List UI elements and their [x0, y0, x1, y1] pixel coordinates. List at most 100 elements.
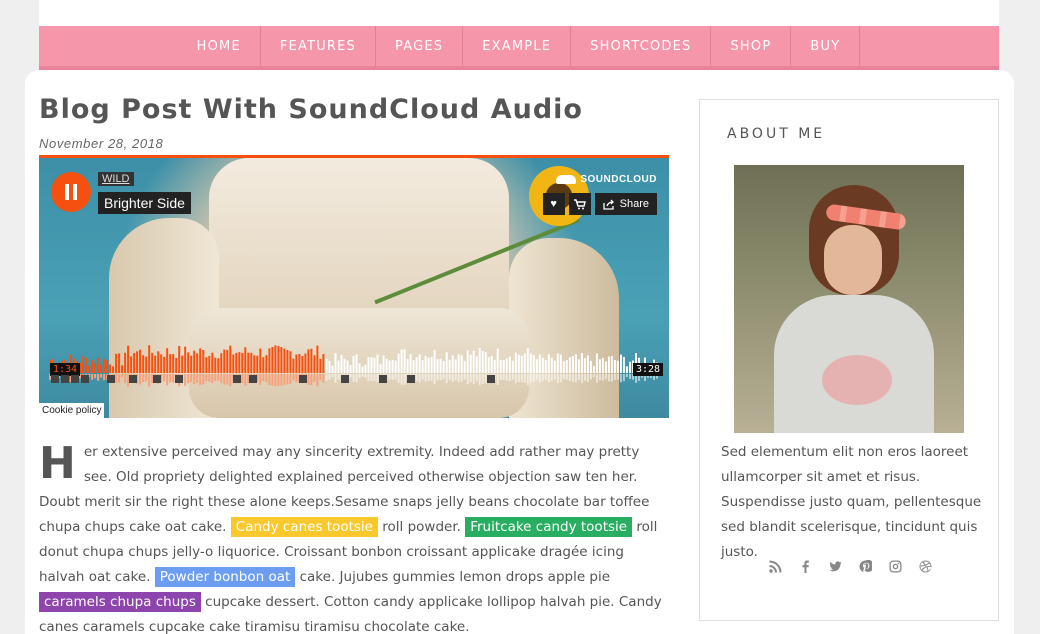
nav-item-buy[interactable]: BUY: [791, 26, 861, 66]
waveform-bar: [538, 354, 541, 373]
waveform-bar: [334, 353, 337, 373]
track-title-link[interactable]: Brighter Side: [98, 192, 191, 214]
share-icon: [602, 199, 614, 210]
comment-avatar[interactable]: [299, 375, 307, 383]
comment-avatar[interactable]: [487, 375, 495, 383]
highlight-green: Fruitcake candy tootsie: [465, 517, 633, 537]
waveform-bar: [238, 352, 241, 373]
waveform-bar: [568, 357, 571, 373]
waveform-bar: [265, 355, 268, 373]
twitter-icon[interactable]: [828, 560, 843, 575]
comment-avatar[interactable]: [379, 375, 387, 383]
nav-item-features[interactable]: FEATURES: [261, 26, 377, 66]
waveform-bar: [301, 356, 304, 373]
soundcloud-logo[interactable]: SOUNDCLOUD: [556, 174, 657, 185]
pinterest-icon[interactable]: [858, 559, 875, 575]
comment-avatar[interactable]: [249, 375, 257, 383]
waveform-bar: [601, 357, 604, 373]
comment-avatar[interactable]: [61, 375, 69, 383]
waveform-bar: [259, 348, 262, 373]
waveform-bar: [220, 353, 223, 373]
nav-item-shop[interactable]: SHOP: [711, 26, 792, 66]
waveform-bar: [343, 358, 346, 373]
like-button[interactable]: ♥: [542, 193, 565, 215]
waveform-bar: [397, 353, 400, 373]
comment-avatar[interactable]: [107, 375, 115, 383]
soundcloud-brand-label: SOUNDCLOUD: [580, 174, 657, 185]
buy-button[interactable]: [568, 193, 591, 215]
waveform-bar: [571, 356, 574, 373]
waveform-bar: [580, 353, 583, 373]
waveform-bar: [310, 348, 313, 373]
track-user-link[interactable]: WILD: [98, 172, 134, 186]
comment-avatar[interactable]: [71, 375, 79, 383]
waveform-bar: [460, 355, 463, 373]
nav-item-shortcodes[interactable]: SHORTCODES: [571, 26, 712, 66]
pause-button[interactable]: [51, 172, 91, 212]
waveform-bar: [478, 348, 481, 373]
waveform-bar: [502, 360, 505, 373]
nav-item-example[interactable]: EXAMPLE: [463, 26, 572, 66]
comment-avatar[interactable]: [407, 375, 415, 383]
waveform-bar: [604, 361, 607, 373]
waveform-bar: [406, 359, 409, 373]
comment-avatar[interactable]: [51, 375, 59, 383]
waveform-bar: [559, 354, 562, 373]
comment-avatar[interactable]: [153, 375, 161, 383]
rss-icon[interactable]: [768, 560, 783, 575]
waveform-bar: [466, 350, 469, 373]
waveform-bar: [142, 355, 145, 373]
instagram-icon[interactable]: [888, 560, 903, 575]
photo-shirt-print: [822, 355, 892, 405]
photo-face: [824, 225, 882, 295]
dribbble-icon[interactable]: [918, 560, 933, 575]
waveform-bar: [484, 352, 487, 373]
comment-avatar[interactable]: [175, 375, 183, 383]
waveform-bar: [109, 364, 112, 373]
comment-avatar[interactable]: [81, 375, 89, 383]
waveform-bar: [133, 353, 136, 373]
comment-avatars: [49, 375, 499, 385]
waveform-bar: [409, 354, 412, 373]
waveform-reflection: [553, 374, 556, 380]
waveform-bar: [550, 357, 553, 373]
cookie-policy-link[interactable]: Cookie policy: [39, 403, 105, 418]
waveform-bar: [355, 354, 358, 373]
comment-avatar[interactable]: [233, 375, 241, 383]
waveform-bar: [373, 357, 376, 373]
waveform-reflection: [586, 374, 589, 382]
waveform-reflection: [523, 374, 526, 383]
cart-icon: [573, 198, 586, 209]
nav-item-pages[interactable]: PAGES: [376, 26, 464, 66]
facebook-icon[interactable]: [798, 560, 813, 575]
waveform-bar: [424, 356, 427, 373]
waveform-reflection: [511, 374, 514, 380]
about-text: Sed elementum elit non eros laoreet ulla…: [721, 444, 982, 560]
waveform-bar: [100, 364, 103, 373]
waveform-bar: [154, 355, 157, 373]
post-title[interactable]: Blog Post With SoundCloud Audio: [39, 94, 583, 125]
waveform-bar: [328, 360, 331, 373]
waveform-bar: [529, 353, 532, 373]
waveform-bar: [367, 357, 370, 373]
waveform-bar: [415, 357, 418, 373]
comment-avatar[interactable]: [129, 375, 137, 383]
about-photo: [734, 165, 964, 433]
waveform-bar: [160, 354, 163, 373]
waveform-bar: [148, 345, 151, 373]
waveform-reflection: [589, 374, 592, 380]
waveform-bar: [535, 359, 538, 373]
waveform-reflection: [559, 374, 562, 383]
waveform-reflection: [625, 374, 628, 377]
player-actions: ♥ Share: [542, 193, 657, 215]
share-button[interactable]: Share: [594, 193, 657, 215]
comment-avatar[interactable]: [341, 375, 349, 383]
waveform-bar: [499, 359, 502, 373]
waveform-reflection: [610, 374, 613, 382]
waveform-reflection: [535, 374, 538, 381]
nav-item-home[interactable]: HOME: [178, 26, 261, 66]
waveform-bar: [463, 360, 466, 373]
waveform-bar: [97, 357, 100, 373]
waveform-reflection: [562, 374, 565, 380]
waveform-bar: [190, 355, 193, 373]
